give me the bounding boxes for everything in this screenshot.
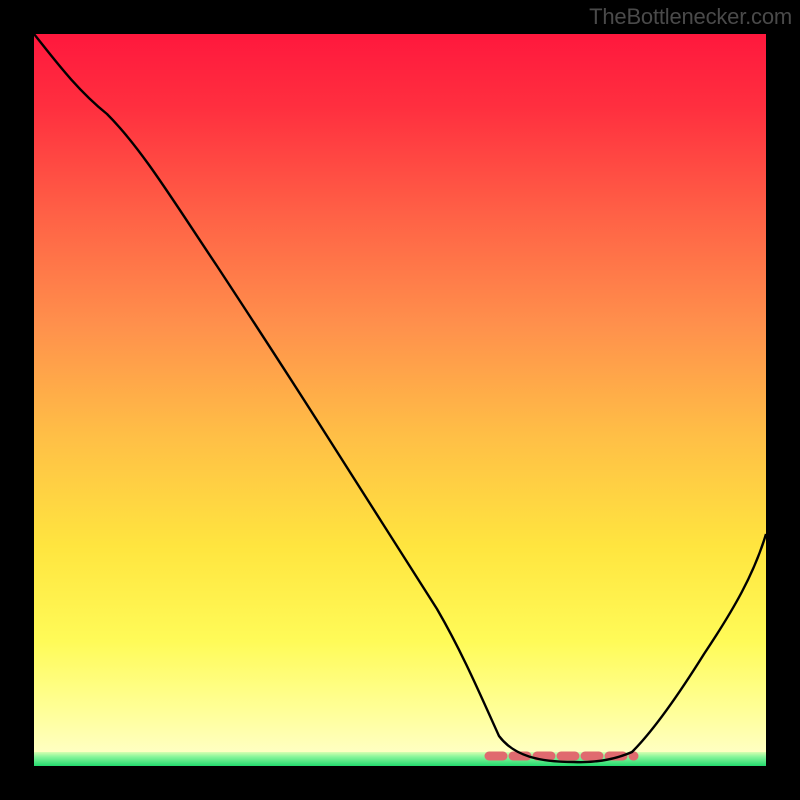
chart-background [34, 34, 766, 766]
chart-svg [34, 34, 766, 766]
watermark-text: TheBottlenecker.com [589, 4, 792, 30]
chart-plot-area [34, 34, 766, 766]
chart-green-band [34, 752, 766, 766]
